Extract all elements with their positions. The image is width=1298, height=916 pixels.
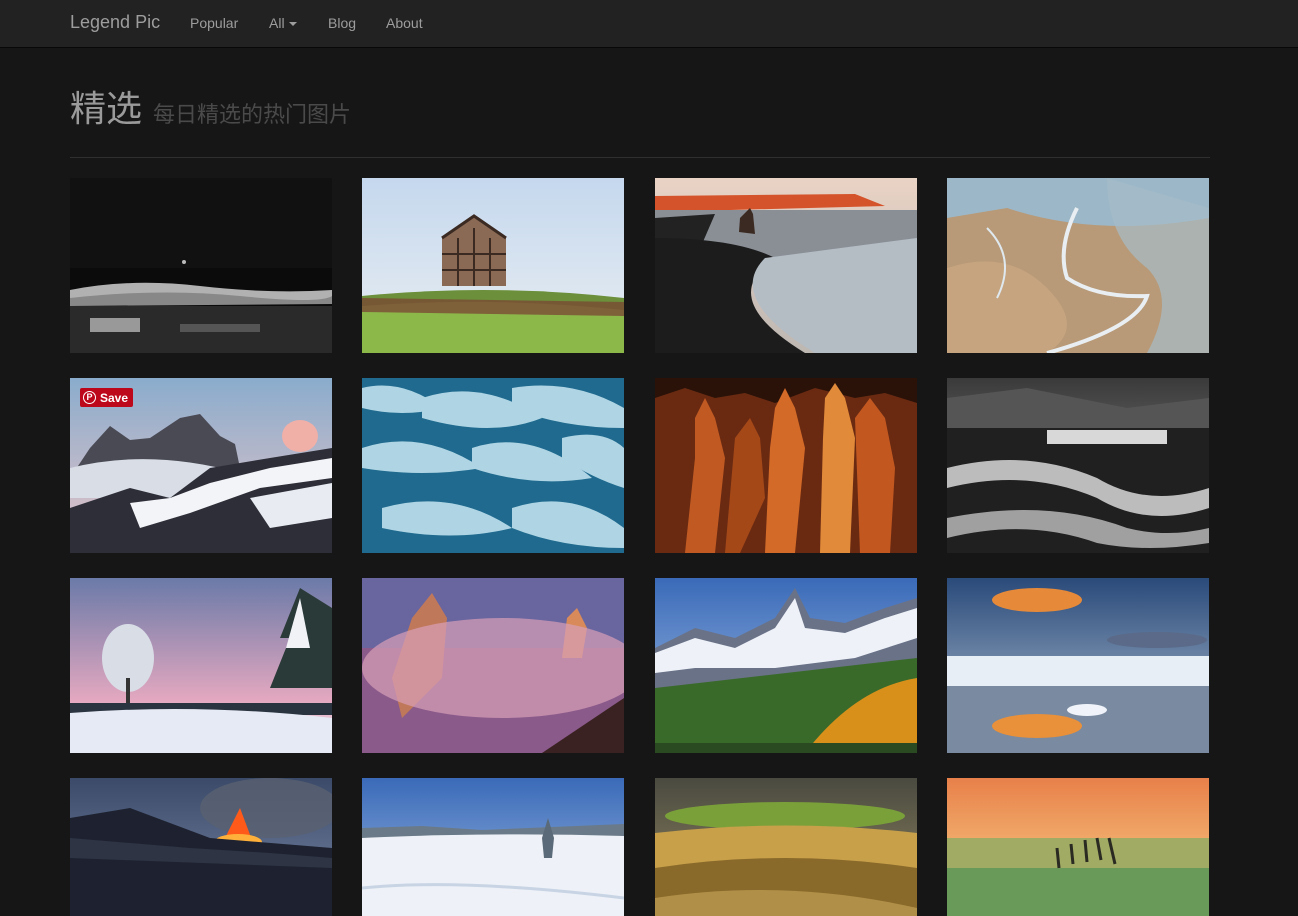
- photo-tile-winter-snow-field[interactable]: [362, 778, 624, 916]
- page-header: 精选 每日精选的热门图片: [70, 86, 1210, 158]
- photo-tile-rolling-fields-sunlight[interactable]: [655, 778, 917, 916]
- photo-tile-night-moon-mountains[interactable]: [70, 178, 332, 353]
- nav-all-label: All: [269, 15, 285, 31]
- nav-popular[interactable]: Popular: [190, 15, 238, 31]
- photo-tile-snowy-trees-dusk[interactable]: [70, 578, 332, 753]
- photo-tile-barn-on-hill[interactable]: [362, 178, 624, 353]
- photo-tile-black-sand-beach[interactable]: [655, 178, 917, 353]
- photo-tile-aerial-river-delta[interactable]: [947, 178, 1209, 353]
- photo-tile-volcano-eruption[interactable]: [70, 778, 332, 916]
- pinterest-save-label: Save: [100, 390, 129, 405]
- photo-tile-bw-waterfall-river[interactable]: [947, 378, 1209, 553]
- page-subtitle: 每日精选的热门图片: [153, 102, 352, 127]
- nav-all-dropdown[interactable]: All: [269, 15, 297, 31]
- photo-grid: P Save: [70, 178, 1210, 916]
- pinterest-icon: P: [83, 391, 96, 404]
- photo-tile-glacier-lagoon-sunset[interactable]: [947, 578, 1209, 753]
- nav-blog[interactable]: Blog: [328, 15, 356, 31]
- photo-tile-patagonia-mountain[interactable]: [655, 578, 917, 753]
- photo-tile-glacier-ice-waves[interactable]: [362, 378, 624, 553]
- photo-tile-snowy-peaks-clouds[interactable]: P Save: [70, 378, 332, 553]
- photo-tile-canyon-hoodoos[interactable]: [655, 378, 917, 553]
- navbar: Legend Pic Popular All Blog About: [0, 0, 1298, 48]
- page-title: 精选: [70, 88, 143, 129]
- photo-tile-pier-sunset-sea[interactable]: [947, 778, 1209, 916]
- pinterest-save-button[interactable]: P Save: [80, 388, 134, 407]
- caret-down-icon: [288, 22, 297, 27]
- brand-link[interactable]: Legend Pic: [70, 12, 160, 33]
- nav-about[interactable]: About: [386, 15, 423, 31]
- photo-tile-misty-pink-peaks[interactable]: [362, 578, 624, 753]
